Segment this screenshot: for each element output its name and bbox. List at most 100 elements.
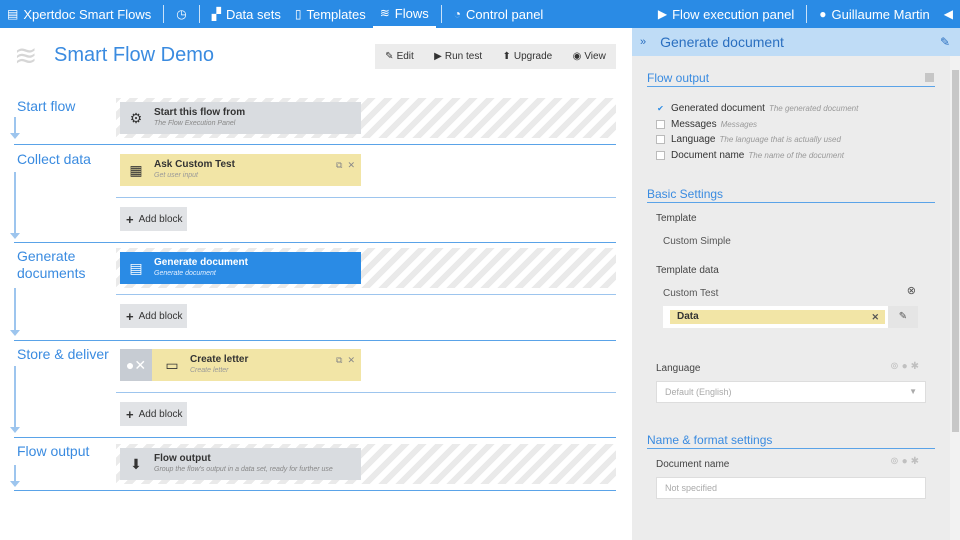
block-title: Create letter [190, 354, 249, 365]
divider [116, 392, 616, 393]
output-item-document-name[interactable]: Document name The name of the document [656, 150, 844, 161]
app-title: Xpertdoc Smart Flows [23, 6, 152, 22]
copy-icon[interactable]: ⧉ [336, 355, 342, 366]
close-icon[interactable]: ✕ [347, 355, 355, 366]
flow-arrow [10, 172, 20, 239]
block-subtitle: Group the flow's output in a data set, r… [154, 466, 333, 473]
template-label: Template [656, 213, 697, 224]
close-icon[interactable]: ✕ [871, 310, 879, 324]
gauge-icon: ◔ [453, 7, 461, 21]
nav-control-panel-label: Control panel [465, 6, 544, 22]
block-title: Flow output [154, 453, 211, 464]
top-navbar: ▤ Xpertdoc Smart Flows ◷ ▞ Data sets ▯ T… [0, 0, 960, 28]
output-item-desc: The name of the document [748, 151, 844, 160]
output-item-desc: The language that is actually used [719, 135, 841, 144]
output-item-label: Document name [671, 150, 745, 161]
nav-separator [198, 5, 200, 23]
section-title-generate: Generate documents [17, 248, 86, 281]
output-item-language[interactable]: Language The language that is actually u… [656, 134, 841, 145]
letter-icon: ▭ [165, 356, 179, 373]
checkbox[interactable] [656, 120, 665, 129]
add-block-label: Add block [138, 408, 183, 420]
panel-scrollbar[interactable] [950, 56, 960, 540]
checkbox-checked[interactable]: ✔ [656, 104, 665, 113]
section-title-output: Flow output [17, 443, 90, 459]
document-name-field-icons: ⊚●✱ [890, 456, 922, 467]
upgrade-button[interactable]: ⬆ Upgrade [502, 51, 552, 62]
announcements-button[interactable]: ◀ [937, 0, 960, 28]
nav-flows-label: Flows [394, 5, 429, 21]
nav-separator [806, 5, 808, 23]
run-test-button[interactable]: ▶ Run test [434, 51, 482, 62]
nav-templates[interactable]: ▯ Templates [288, 0, 373, 28]
block-create-letter[interactable]: ▭ Create letter Create letter ⧉ ✕ [120, 349, 361, 381]
add-block-button[interactable]: + Add block [120, 207, 187, 231]
add-block-label: Add block [138, 213, 183, 225]
language-select[interactable]: Default (English) ▼ [656, 381, 926, 403]
block-flow-output[interactable]: ⬇ Flow output Group the flow's output in… [120, 448, 361, 480]
user-icon: ● [819, 7, 827, 21]
flow-arrow [10, 465, 20, 487]
output-item-label: Generated document [671, 103, 765, 114]
edit-button[interactable]: ✎ Edit [385, 51, 414, 62]
scrollbar-thumb[interactable] [952, 70, 959, 432]
document-name-input[interactable]: Not specified [656, 477, 926, 499]
upload-icon: ⬆ [502, 51, 511, 62]
plus-icon: + [126, 211, 134, 227]
basic-settings-heading: Basic Settings [647, 187, 935, 203]
block-title: Ask Custom Test [154, 159, 235, 170]
block-title: Start this flow from [154, 107, 246, 118]
nav-templates-label: Templates [306, 6, 366, 22]
block-subtitle: Get user input [154, 172, 198, 179]
collapse-panel-icon[interactable]: » [640, 36, 646, 48]
block-start-flow[interactable]: ⚙ Start this flow from The Flow Executio… [120, 102, 361, 134]
view-button[interactable]: ◉ View [573, 51, 606, 62]
document-icon: ▤ [129, 259, 143, 276]
copy-icon[interactable]: ⧉ [336, 160, 342, 171]
output-item-messages[interactable]: Messages Messages [656, 119, 757, 130]
output-item-label: Language [671, 134, 716, 145]
flow-arrow [10, 288, 20, 336]
nav-execution-panel-label: Flow execution panel [672, 6, 795, 22]
eye-icon: ◉ [572, 51, 582, 62]
template-data-input[interactable]: Data ✕ ✎ [663, 306, 918, 328]
flows-icon: ≋ [379, 6, 390, 20]
history-button[interactable]: ◷ [169, 0, 193, 28]
megaphone-icon: ◀ [943, 7, 953, 21]
chevron-down-icon: ▼ [909, 387, 917, 396]
user-menu[interactable]: ● Guillaume Martin [812, 0, 937, 28]
properties-panel: » Generate document ✎ Flow output ✔ Gene… [632, 28, 960, 540]
nav-separator [163, 5, 165, 23]
panel-title: Generate document [660, 34, 784, 50]
checkbox[interactable] [656, 151, 665, 160]
section-title-collect: Collect data [17, 151, 91, 167]
block-subtitle: The Flow Execution Panel [154, 120, 236, 127]
nav-flows[interactable]: ≋ Flows [372, 0, 436, 28]
nav-control-panel[interactable]: ◔ Control panel [447, 0, 551, 28]
data-tag: Data ✕ [670, 310, 885, 324]
nav-datasets[interactable]: ▞ Data sets [205, 0, 288, 28]
block-generate-document[interactable]: ▤ Generate document Generate document [120, 252, 361, 284]
pencil-icon[interactable]: ✎ [888, 306, 918, 328]
close-icon[interactable]: ✕ [347, 160, 355, 171]
upgrade-label: Upgrade [513, 51, 553, 62]
template-data-label: Template data [656, 265, 719, 276]
plus-icon: + [126, 406, 134, 422]
link-icon[interactable]: ⊗ [907, 284, 916, 297]
flow-arrow [10, 366, 20, 433]
pencil-icon[interactable]: ✎ [940, 35, 950, 49]
block-ask-custom-test[interactable]: ▦ Ask Custom Test Get user input ⧉ ✕ [120, 154, 361, 186]
output-item-generated-document[interactable]: ✔ Generated document The generated docum… [656, 103, 858, 114]
app-title-link[interactable]: ▤ Xpertdoc Smart Flows [0, 0, 158, 28]
block-actions: ⧉ ✕ [336, 355, 355, 366]
add-block-label: Add block [138, 310, 183, 322]
add-block-button[interactable]: + Add block [120, 304, 187, 328]
add-block-button[interactable]: + Add block [120, 402, 187, 426]
checkbox[interactable] [656, 135, 665, 144]
output-item-label: Messages [671, 119, 717, 130]
output-item-desc: Messages [720, 120, 758, 129]
nav-execution-panel[interactable]: ▶ Flow execution panel [651, 0, 801, 28]
section-title-store: Store & deliver [17, 346, 109, 362]
language-label: Language [656, 363, 701, 374]
page-title: Smart Flow Demo [54, 44, 215, 66]
